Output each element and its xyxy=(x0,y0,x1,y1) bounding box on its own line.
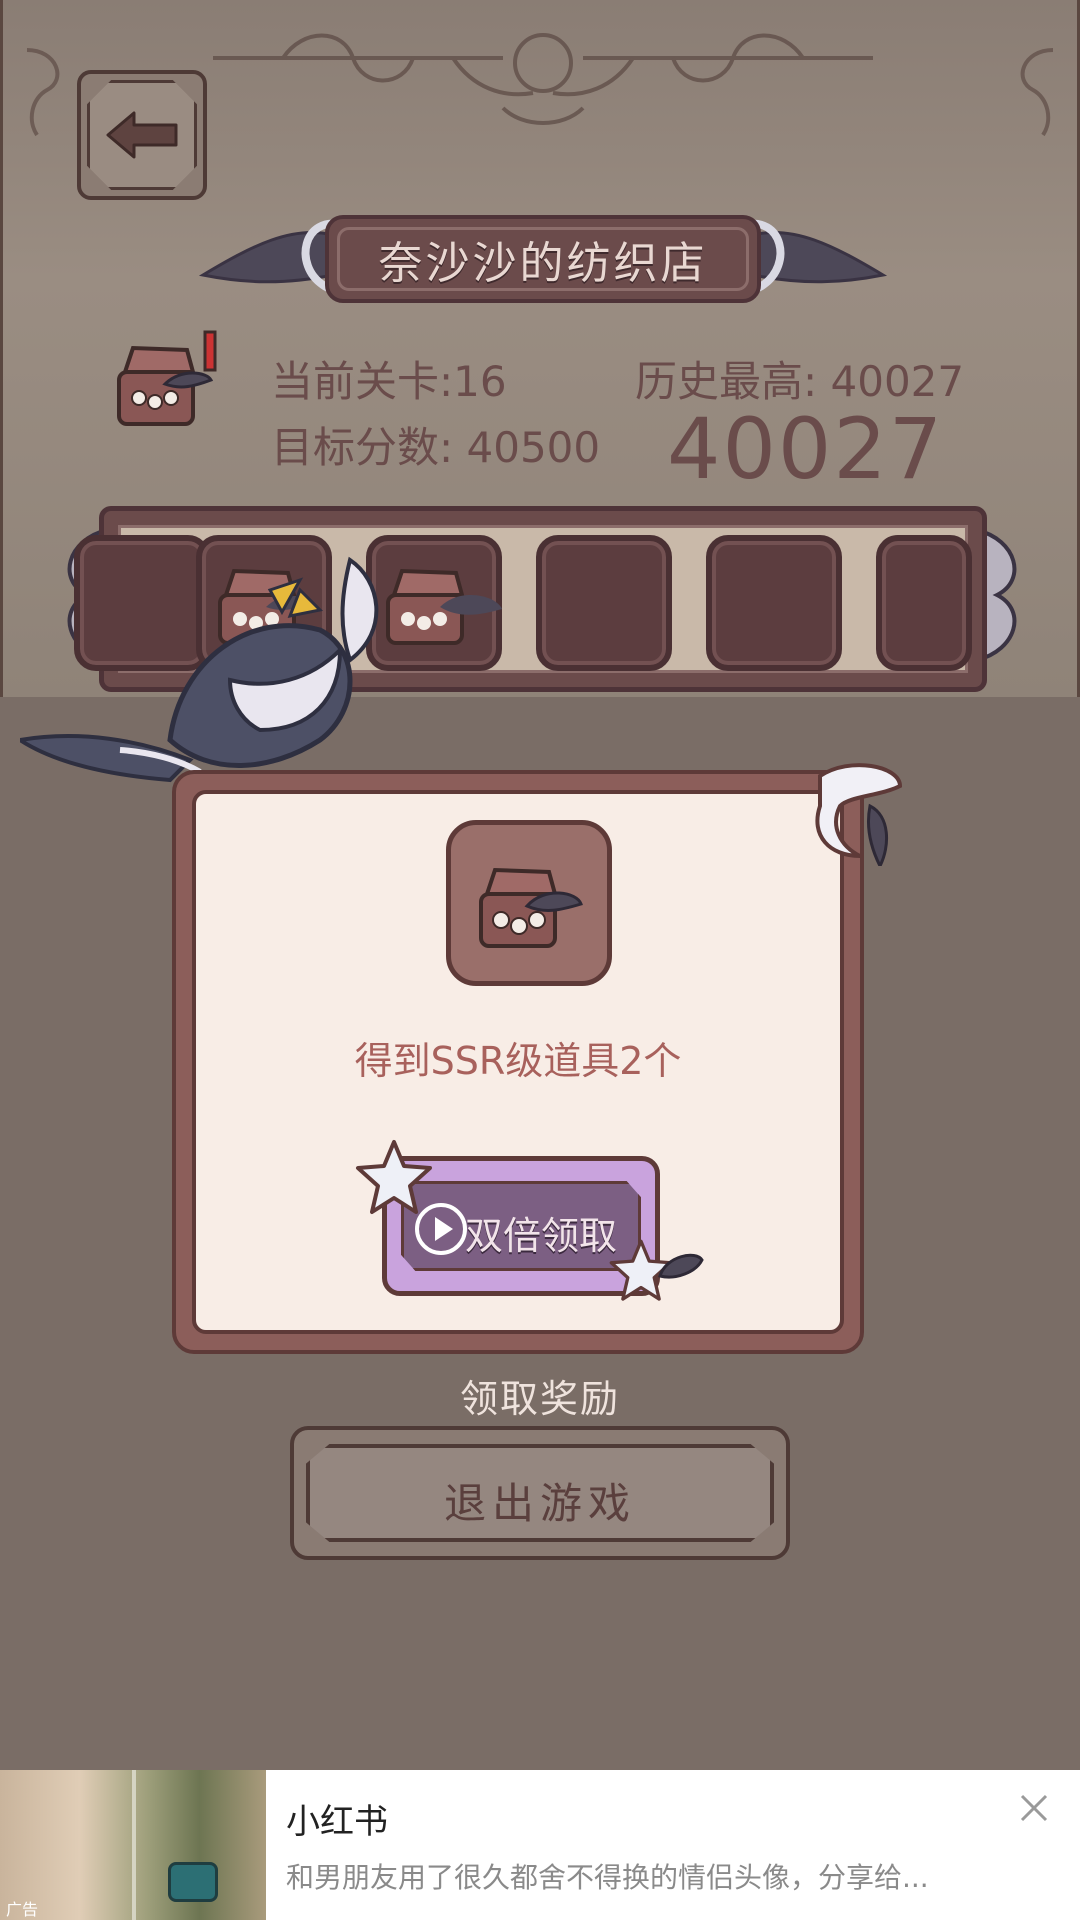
item-slot-6[interactable] xyxy=(876,535,972,671)
current-level-text: 当前关卡:16 xyxy=(271,357,507,406)
star-icon xyxy=(356,1140,432,1214)
claim-reward-link[interactable]: 领取奖励 xyxy=(0,1368,1080,1423)
arrow-left-icon xyxy=(106,111,178,159)
banner-wing-right-icon xyxy=(743,219,888,293)
reward-item-box xyxy=(446,820,612,986)
title-banner: 奈沙沙的纺织店 xyxy=(193,205,893,315)
banner-wing-left-icon xyxy=(198,219,343,293)
ad-tag: 广告 xyxy=(6,1900,39,1919)
ad-title[interactable]: 小红书 xyxy=(286,1794,388,1843)
feather-ornament-icon xyxy=(815,763,903,866)
reward-text: 得到SSR级道具2个 xyxy=(354,1039,682,1083)
magpie-bird-icon xyxy=(20,556,379,783)
back-button-frame xyxy=(87,80,197,190)
close-icon[interactable] xyxy=(1018,1792,1050,1824)
back-button[interactable] xyxy=(77,70,207,200)
camera-icon xyxy=(168,1862,218,1902)
feather-icon xyxy=(658,1253,704,1279)
double-claim-label: 双倍领取 xyxy=(465,1214,618,1258)
shop-title: 奈沙沙的纺织店 xyxy=(378,238,708,289)
item-slot-5[interactable] xyxy=(706,535,842,671)
exit-game-button[interactable]: 退出游戏 xyxy=(290,1426,790,1560)
ad-description[interactable]: 和男朋友用了很久都舍不得换的情侣头像，分享给... xyxy=(286,1856,929,1896)
corner-ornament-left-icon xyxy=(26,48,60,137)
item-slot-4[interactable] xyxy=(536,535,672,671)
ad-image-divider xyxy=(132,1770,136,1920)
target-score-text: 目标分数: 40500 xyxy=(271,423,601,472)
corner-ornament-right-icon xyxy=(1020,48,1054,137)
exit-game-label: 退出游戏 xyxy=(443,1479,636,1528)
current-score: 40027 xyxy=(667,400,945,498)
ad-image[interactable]: 广告 xyxy=(0,1770,266,1920)
jewelry-box-icon xyxy=(479,867,583,948)
ad-banner[interactable]: 广告 小红书 和男朋友用了很久都舍不得换的情侣头像，分享给... xyxy=(0,1770,1080,1920)
jewelry-box-icon xyxy=(117,330,217,426)
top-ornament-icon xyxy=(213,33,873,125)
title-plate: 奈沙沙的纺织店 xyxy=(325,215,761,303)
